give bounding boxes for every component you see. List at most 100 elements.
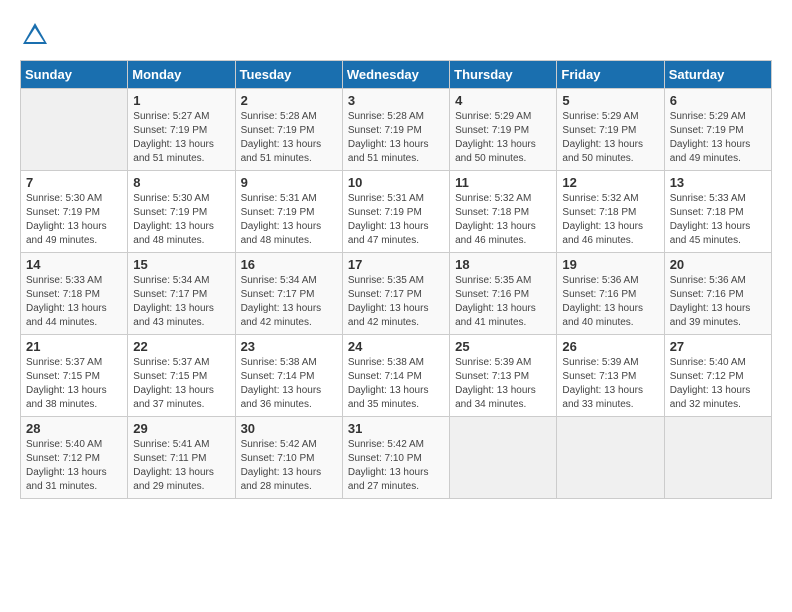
day-info: Sunrise: 5:36 AMSunset: 7:16 PMDaylight:… [562, 274, 658, 330]
calendar-cell: 13 Sunrise: 5:33 AMSunset: 7:18 PMDaylig… [664, 171, 771, 253]
calendar-cell: 28 Sunrise: 5:40 AMSunset: 7:12 PMDaylig… [21, 417, 128, 499]
day-number: 16 [241, 257, 337, 272]
day-info: Sunrise: 5:29 AMSunset: 7:19 PMDaylight:… [562, 110, 658, 166]
calendar-cell: 4 Sunrise: 5:29 AMSunset: 7:19 PMDayligh… [450, 89, 557, 171]
calendar-cell: 26 Sunrise: 5:39 AMSunset: 7:13 PMDaylig… [557, 335, 664, 417]
calendar-cell [21, 89, 128, 171]
day-header-tuesday: Tuesday [235, 61, 342, 89]
calendar-cell: 7 Sunrise: 5:30 AMSunset: 7:19 PMDayligh… [21, 171, 128, 253]
day-number: 20 [670, 257, 766, 272]
day-header-thursday: Thursday [450, 61, 557, 89]
day-number: 18 [455, 257, 551, 272]
calendar-cell: 24 Sunrise: 5:38 AMSunset: 7:14 PMDaylig… [342, 335, 449, 417]
day-number: 23 [241, 339, 337, 354]
day-info: Sunrise: 5:38 AMSunset: 7:14 PMDaylight:… [241, 356, 337, 412]
day-number: 12 [562, 175, 658, 190]
day-number: 14 [26, 257, 122, 272]
calendar-cell [664, 417, 771, 499]
day-info: Sunrise: 5:29 AMSunset: 7:19 PMDaylight:… [455, 110, 551, 166]
day-info: Sunrise: 5:37 AMSunset: 7:15 PMDaylight:… [133, 356, 229, 412]
day-number: 13 [670, 175, 766, 190]
calendar-cell [450, 417, 557, 499]
day-number: 22 [133, 339, 229, 354]
day-info: Sunrise: 5:32 AMSunset: 7:18 PMDaylight:… [562, 192, 658, 248]
calendar-table: SundayMondayTuesdayWednesdayThursdayFrid… [20, 60, 772, 499]
calendar-cell: 17 Sunrise: 5:35 AMSunset: 7:17 PMDaylig… [342, 253, 449, 335]
day-info: Sunrise: 5:32 AMSunset: 7:18 PMDaylight:… [455, 192, 551, 248]
day-info: Sunrise: 5:29 AMSunset: 7:19 PMDaylight:… [670, 110, 766, 166]
day-info: Sunrise: 5:40 AMSunset: 7:12 PMDaylight:… [670, 356, 766, 412]
calendar-cell: 16 Sunrise: 5:34 AMSunset: 7:17 PMDaylig… [235, 253, 342, 335]
day-number: 3 [348, 93, 444, 108]
day-info: Sunrise: 5:36 AMSunset: 7:16 PMDaylight:… [670, 274, 766, 330]
day-header-monday: Monday [128, 61, 235, 89]
day-number: 7 [26, 175, 122, 190]
day-info: Sunrise: 5:38 AMSunset: 7:14 PMDaylight:… [348, 356, 444, 412]
calendar-cell: 23 Sunrise: 5:38 AMSunset: 7:14 PMDaylig… [235, 335, 342, 417]
day-number: 11 [455, 175, 551, 190]
day-number: 9 [241, 175, 337, 190]
day-info: Sunrise: 5:35 AMSunset: 7:17 PMDaylight:… [348, 274, 444, 330]
day-info: Sunrise: 5:37 AMSunset: 7:15 PMDaylight:… [26, 356, 122, 412]
day-number: 21 [26, 339, 122, 354]
day-number: 25 [455, 339, 551, 354]
day-number: 17 [348, 257, 444, 272]
day-number: 4 [455, 93, 551, 108]
day-info: Sunrise: 5:42 AMSunset: 7:10 PMDaylight:… [241, 438, 337, 494]
day-header-saturday: Saturday [664, 61, 771, 89]
day-header-sunday: Sunday [21, 61, 128, 89]
day-info: Sunrise: 5:34 AMSunset: 7:17 PMDaylight:… [133, 274, 229, 330]
day-number: 1 [133, 93, 229, 108]
calendar-cell: 11 Sunrise: 5:32 AMSunset: 7:18 PMDaylig… [450, 171, 557, 253]
day-info: Sunrise: 5:30 AMSunset: 7:19 PMDaylight:… [133, 192, 229, 248]
calendar-cell: 3 Sunrise: 5:28 AMSunset: 7:19 PMDayligh… [342, 89, 449, 171]
calendar-cell: 15 Sunrise: 5:34 AMSunset: 7:17 PMDaylig… [128, 253, 235, 335]
calendar-cell: 30 Sunrise: 5:42 AMSunset: 7:10 PMDaylig… [235, 417, 342, 499]
day-number: 15 [133, 257, 229, 272]
day-header-friday: Friday [557, 61, 664, 89]
calendar-cell: 8 Sunrise: 5:30 AMSunset: 7:19 PMDayligh… [128, 171, 235, 253]
calendar-cell: 10 Sunrise: 5:31 AMSunset: 7:19 PMDaylig… [342, 171, 449, 253]
day-info: Sunrise: 5:35 AMSunset: 7:16 PMDaylight:… [455, 274, 551, 330]
day-info: Sunrise: 5:33 AMSunset: 7:18 PMDaylight:… [26, 274, 122, 330]
calendar-cell: 20 Sunrise: 5:36 AMSunset: 7:16 PMDaylig… [664, 253, 771, 335]
day-info: Sunrise: 5:31 AMSunset: 7:19 PMDaylight:… [348, 192, 444, 248]
day-number: 24 [348, 339, 444, 354]
calendar-cell: 29 Sunrise: 5:41 AMSunset: 7:11 PMDaylig… [128, 417, 235, 499]
day-info: Sunrise: 5:34 AMSunset: 7:17 PMDaylight:… [241, 274, 337, 330]
calendar-cell: 25 Sunrise: 5:39 AMSunset: 7:13 PMDaylig… [450, 335, 557, 417]
week-row-5: 28 Sunrise: 5:40 AMSunset: 7:12 PMDaylig… [21, 417, 772, 499]
day-info: Sunrise: 5:31 AMSunset: 7:19 PMDaylight:… [241, 192, 337, 248]
header-row: SundayMondayTuesdayWednesdayThursdayFrid… [21, 61, 772, 89]
week-row-1: 1 Sunrise: 5:27 AMSunset: 7:19 PMDayligh… [21, 89, 772, 171]
day-info: Sunrise: 5:41 AMSunset: 7:11 PMDaylight:… [133, 438, 229, 494]
day-number: 31 [348, 421, 444, 436]
calendar-cell [557, 417, 664, 499]
week-row-2: 7 Sunrise: 5:30 AMSunset: 7:19 PMDayligh… [21, 171, 772, 253]
day-number: 19 [562, 257, 658, 272]
day-info: Sunrise: 5:40 AMSunset: 7:12 PMDaylight:… [26, 438, 122, 494]
day-info: Sunrise: 5:28 AMSunset: 7:19 PMDaylight:… [348, 110, 444, 166]
calendar-cell: 12 Sunrise: 5:32 AMSunset: 7:18 PMDaylig… [557, 171, 664, 253]
logo-icon [20, 20, 50, 50]
week-row-4: 21 Sunrise: 5:37 AMSunset: 7:15 PMDaylig… [21, 335, 772, 417]
calendar-cell: 14 Sunrise: 5:33 AMSunset: 7:18 PMDaylig… [21, 253, 128, 335]
calendar-cell: 1 Sunrise: 5:27 AMSunset: 7:19 PMDayligh… [128, 89, 235, 171]
calendar-cell: 5 Sunrise: 5:29 AMSunset: 7:19 PMDayligh… [557, 89, 664, 171]
day-number: 6 [670, 93, 766, 108]
calendar-cell: 31 Sunrise: 5:42 AMSunset: 7:10 PMDaylig… [342, 417, 449, 499]
day-number: 5 [562, 93, 658, 108]
logo [20, 20, 54, 50]
week-row-3: 14 Sunrise: 5:33 AMSunset: 7:18 PMDaylig… [21, 253, 772, 335]
day-number: 26 [562, 339, 658, 354]
calendar-cell: 21 Sunrise: 5:37 AMSunset: 7:15 PMDaylig… [21, 335, 128, 417]
day-info: Sunrise: 5:27 AMSunset: 7:19 PMDaylight:… [133, 110, 229, 166]
day-number: 28 [26, 421, 122, 436]
day-info: Sunrise: 5:39 AMSunset: 7:13 PMDaylight:… [562, 356, 658, 412]
day-info: Sunrise: 5:42 AMSunset: 7:10 PMDaylight:… [348, 438, 444, 494]
day-header-wednesday: Wednesday [342, 61, 449, 89]
day-info: Sunrise: 5:30 AMSunset: 7:19 PMDaylight:… [26, 192, 122, 248]
page-header [20, 20, 772, 50]
day-number: 29 [133, 421, 229, 436]
day-number: 10 [348, 175, 444, 190]
